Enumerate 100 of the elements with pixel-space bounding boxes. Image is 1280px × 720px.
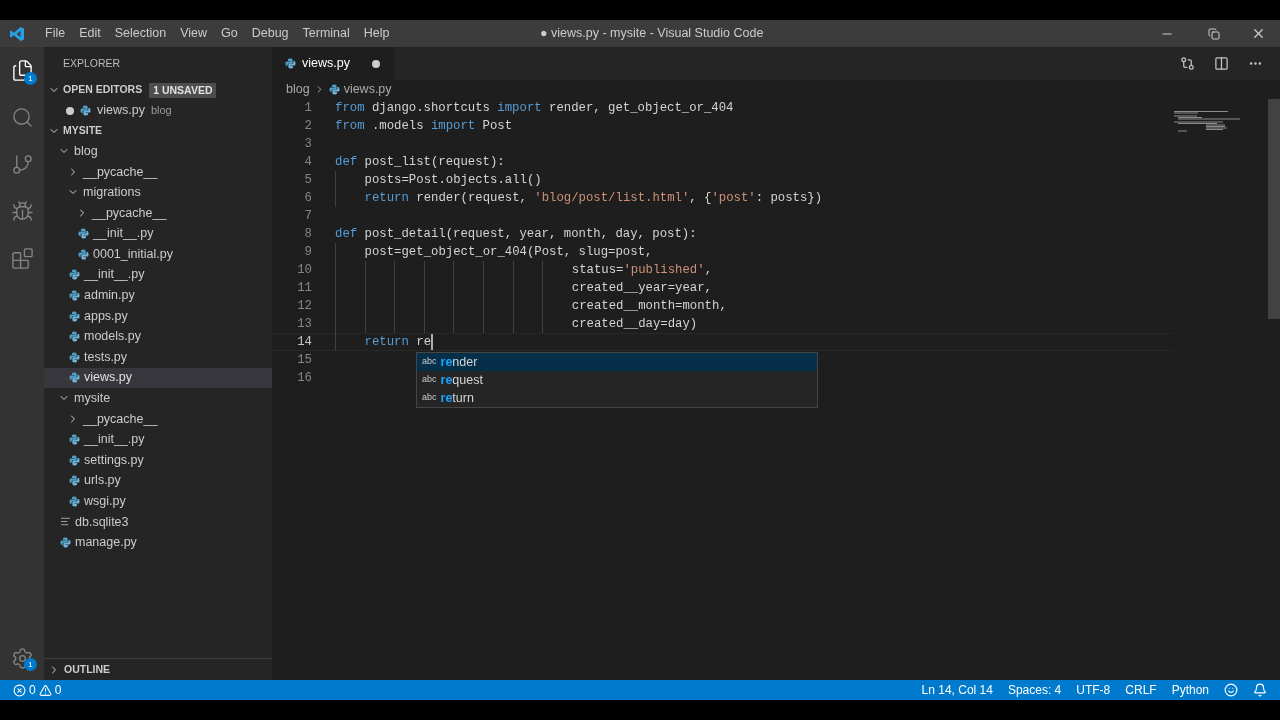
tree-item[interactable]: db.sqlite3 [44, 511, 272, 533]
tree-item[interactable]: manage.py [44, 532, 272, 553]
line-number: 15 [296, 351, 312, 369]
tree-item[interactable]: __init__.py [44, 223, 272, 244]
line-number: 2 [303, 117, 312, 135]
python-file-icon [69, 475, 80, 487]
feedback-icon[interactable] [1224, 683, 1238, 697]
source-control-icon[interactable] [10, 153, 34, 176]
tree-item[interactable]: wsgi.py [44, 491, 272, 512]
menu-item[interactable]: Selection [107, 24, 174, 43]
problems-indicator[interactable]: 0 0 [0, 681, 62, 699]
extensions-icon[interactable] [10, 247, 34, 270]
code-line: created__month=month, [571, 297, 727, 315]
tree-item[interactable]: __pycache__ [44, 161, 272, 183]
python-file-icon [285, 58, 296, 69]
tree-item[interactable]: __init__.py [44, 429, 272, 450]
line-number: 7 [303, 207, 312, 225]
code-line: from .models import Post [335, 117, 513, 135]
python-file-icon [78, 228, 89, 240]
compare-icon[interactable] [1180, 56, 1195, 71]
python-file-icon [69, 434, 80, 446]
notification-badge: 1 [24, 658, 37, 671]
line-number: 4 [303, 153, 312, 171]
suggestion-item[interactable]: abc request [417, 371, 817, 389]
code-line: def post_list(request): [335, 153, 505, 171]
search-icon[interactable] [10, 106, 34, 129]
tree-item[interactable]: __pycache__ [44, 202, 272, 224]
scrollbar-thumb[interactable] [1268, 99, 1280, 319]
python-file-icon [69, 372, 80, 384]
python-file-icon [69, 289, 80, 301]
code-line: created__day=day) [571, 315, 698, 333]
menu-item[interactable]: Terminal [295, 24, 357, 43]
code-line: def post_detail(request, year, month, day, post): [335, 225, 697, 243]
section-header[interactable]: MYSITE [44, 121, 272, 141]
menu-item[interactable]: View [173, 24, 214, 43]
notification-badge: 1 [24, 72, 37, 85]
line-number: 12 [296, 297, 312, 315]
folder-hint: blog [150, 103, 172, 119]
tree-item[interactable]: migrations [44, 182, 272, 203]
tree-item[interactable]: blog [44, 141, 272, 162]
menu-item[interactable]: Help [356, 24, 397, 43]
files-icon[interactable] [10, 59, 34, 82]
python-file-icon [80, 105, 91, 116]
code-line: return re [364, 333, 431, 351]
restore-icon[interactable] [1208, 27, 1220, 40]
python-file-icon [328, 84, 340, 95]
tree-item[interactable]: models.py [44, 326, 272, 347]
menu-item[interactable]: Debug [244, 24, 296, 43]
tree-item[interactable]: admin.py [44, 285, 272, 306]
warning-icon [38, 683, 52, 697]
minimap-drawing [1174, 111, 1240, 135]
menu-item[interactable]: Edit [72, 24, 108, 43]
section-header[interactable]: OPEN EDITORS 1 UNSAVED [44, 80, 272, 100]
status-item[interactable]: UTF-8 [1076, 681, 1111, 699]
code-line: status='published', [571, 261, 713, 279]
status-item[interactable]: CRLF [1125, 681, 1157, 699]
status-item[interactable]: Ln 14, Col 14 [921, 681, 993, 699]
breadcrumb[interactable]: blog [286, 80, 310, 99]
status-item[interactable]: Python [1171, 681, 1209, 699]
tree-item[interactable]: apps.py [44, 305, 272, 327]
tree-item[interactable]: __pycache__ [44, 408, 272, 430]
tree-item[interactable]: 0001_initial.py [44, 243, 272, 265]
line-number: 10 [296, 261, 312, 279]
line-number: 1 [303, 99, 312, 117]
menu-item[interactable]: Go [214, 24, 245, 43]
tree-item[interactable]: settings.py [44, 449, 272, 471]
line-number: 16 [296, 369, 312, 387]
tree-item[interactable]: urls.py [44, 470, 272, 492]
python-file-icon [69, 310, 80, 322]
line-number: 8 [303, 225, 312, 243]
python-file-icon [69, 269, 80, 281]
tree-item[interactable]: tests.py [44, 346, 272, 368]
python-file-icon [69, 495, 80, 507]
sidebar-title: EXPLORER [63, 55, 121, 71]
open-editor-item[interactable]: views.py blog [44, 100, 272, 121]
line-number: 11 [296, 279, 312, 297]
notifications-icon[interactable] [1253, 683, 1267, 697]
line-number: 9 [303, 243, 312, 261]
code-line: created__year=year, [571, 279, 712, 297]
settings-icon[interactable] [10, 646, 34, 670]
split-editor-icon[interactable] [1214, 56, 1229, 71]
code-line: posts=Post.objects.all() [364, 171, 542, 189]
bug-icon[interactable] [10, 200, 34, 223]
python-file-icon [69, 454, 80, 466]
code-line: from django.shortcuts import render, get_object_or_404 [335, 99, 734, 117]
status-item[interactable]: Spaces: 4 [1007, 681, 1062, 699]
tree-item[interactable]: __init__.py [44, 264, 272, 286]
editor-tab[interactable]: views.py [272, 47, 394, 80]
text-kind-icon: abc [422, 373, 437, 387]
menu-item[interactable]: File [38, 24, 73, 43]
python-file-icon [78, 248, 89, 260]
tree-item[interactable]: mysite [44, 388, 272, 409]
tree-item[interactable]: views.py [44, 367, 272, 389]
line-number: 14 [296, 333, 312, 351]
line-number: 3 [303, 135, 312, 153]
suggestion-item[interactable]: abc render [417, 353, 817, 371]
close-icon[interactable] [1251, 26, 1266, 41]
breadcrumb[interactable]: views.py [343, 80, 392, 99]
line-number: 6 [303, 189, 312, 207]
suggestion-item[interactable]: abc return [417, 389, 817, 407]
